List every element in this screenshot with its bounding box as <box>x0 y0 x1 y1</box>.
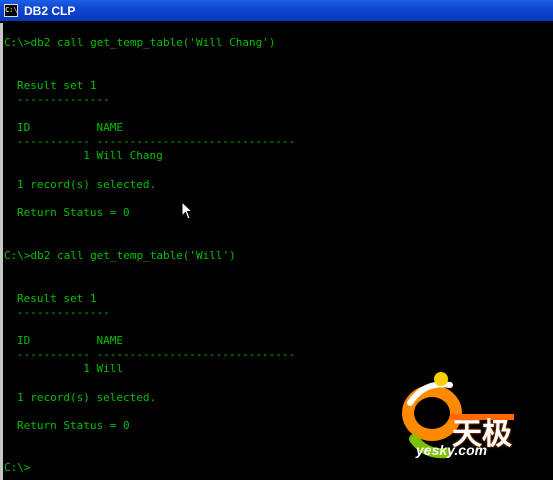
result-set-divider: -------------- <box>17 93 110 106</box>
result-set-divider: -------------- <box>17 306 110 319</box>
table-header: ID NAME <box>17 334 123 347</box>
return-status: Return Status = 0 <box>17 206 130 219</box>
logo-site-text: yesky.com <box>416 442 488 458</box>
console-app-icon[interactable]: C:\ <box>4 4 18 17</box>
table-header: ID NAME <box>17 121 123 134</box>
table-header-divider: ----------- ----------------------------… <box>17 348 296 361</box>
command-line: C:\>db2 call get_temp_table('Will Chang'… <box>4 36 276 49</box>
command-line: C:\>db2 call get_temp_table('Will') <box>4 249 236 262</box>
table-row: 1 Will <box>17 362 123 375</box>
title-bar[interactable]: C:\ DB2 CLP <box>0 0 553 21</box>
records-selected: 1 record(s) selected. <box>17 178 157 191</box>
table-row: 1 Will Chang <box>17 149 163 162</box>
result-set-label: Result set 1 <box>17 79 97 92</box>
table-header-divider: ----------- ----------------------------… <box>17 135 296 148</box>
db2-clp-window: C:\ DB2 CLP C:\>db2 call get_temp_table(… <box>0 0 553 480</box>
window-title: DB2 CLP <box>24 3 76 18</box>
records-selected: 1 record(s) selected. <box>17 391 157 404</box>
prompt-line[interactable]: C:\> <box>4 461 31 475</box>
return-status: Return Status = 0 <box>17 419 130 432</box>
left-border <box>0 23 3 480</box>
mouse-pointer-icon <box>181 201 194 220</box>
result-set-label: Result set 1 <box>17 292 97 305</box>
